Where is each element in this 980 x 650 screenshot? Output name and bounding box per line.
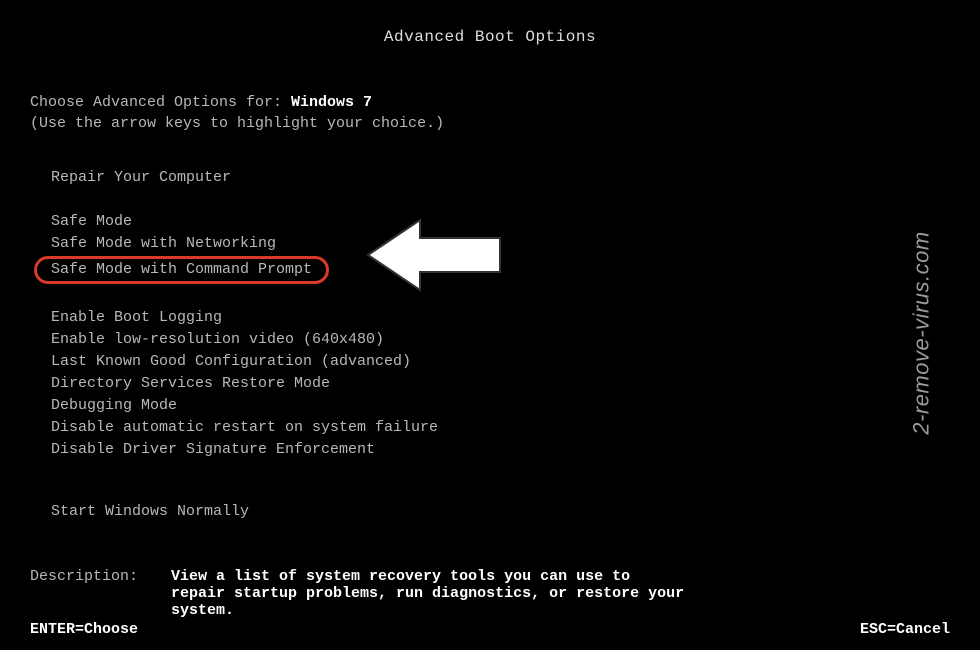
menu-item-disable-driver-sig[interactable]: Disable Driver Signature Enforcement [48, 440, 378, 460]
menu-item-low-res[interactable]: Enable low-resolution video (640x480) [48, 330, 387, 350]
description-text: View a list of system recovery tools you… [171, 568, 691, 619]
esc-hint: ESC=Cancel [860, 621, 950, 638]
menu-item-boot-logging[interactable]: Enable Boot Logging [48, 308, 225, 328]
choose-prefix: Choose Advanced Options for: [30, 94, 291, 111]
menu-item-disable-auto-restart[interactable]: Disable automatic restart on system fail… [48, 418, 441, 438]
os-name: Windows 7 [291, 94, 372, 111]
boot-menu[interactable]: Repair Your Computer Safe Mode Safe Mode… [30, 168, 950, 524]
footer-bar: ENTER=Choose ESC=Cancel [30, 621, 950, 638]
menu-item-start-normally[interactable]: Start Windows Normally [48, 502, 252, 522]
menu-item-repair[interactable]: Repair Your Computer [48, 168, 234, 188]
enter-hint: ENTER=Choose [30, 621, 138, 638]
description-block: Description: View a list of system recov… [30, 568, 950, 619]
menu-item-debugging[interactable]: Debugging Mode [48, 396, 180, 416]
menu-item-safe-mode-net[interactable]: Safe Mode with Networking [48, 234, 279, 254]
menu-item-ds-restore[interactable]: Directory Services Restore Mode [48, 374, 333, 394]
arrow-key-hint: (Use the arrow keys to highlight your ch… [30, 115, 950, 132]
menu-item-safe-mode-cmd[interactable]: Safe Mode with Command Prompt [34, 256, 329, 284]
description-label: Description: [30, 568, 162, 585]
menu-item-safe-mode[interactable]: Safe Mode [48, 212, 135, 232]
boot-options-screen: Advanced Boot Options Choose Advanced Op… [0, 0, 980, 650]
page-title: Advanced Boot Options [30, 28, 950, 46]
os-selection-line: Choose Advanced Options for: Windows 7 [30, 94, 950, 111]
menu-item-last-known-good[interactable]: Last Known Good Configuration (advanced) [48, 352, 414, 372]
